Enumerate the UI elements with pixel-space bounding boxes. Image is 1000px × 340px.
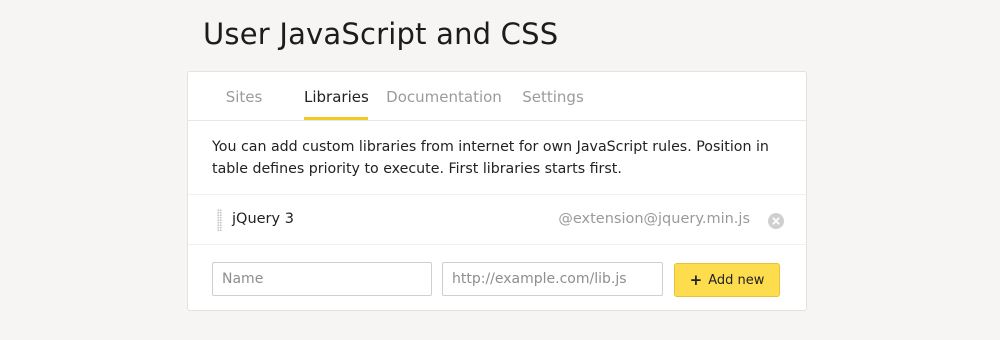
tab-documentation[interactable]: Documentation — [382, 72, 506, 120]
libraries-panel: Sites Libraries Documentation Settings Y… — [187, 71, 807, 311]
library-row: jQuery 3 @extension@jquery.min.js — [188, 194, 806, 245]
drag-handle-icon[interactable] — [217, 209, 222, 231]
libraries-description: You can add custom libraries from intern… — [212, 139, 769, 177]
tab-settings[interactable]: Settings — [522, 72, 584, 120]
add-new-button[interactable]: + Add new — [674, 263, 780, 297]
library-name-input[interactable] — [212, 262, 432, 296]
remove-library-button[interactable] — [768, 213, 784, 229]
add-new-label: Add new — [708, 272, 765, 288]
tab-sites[interactable]: Sites — [214, 72, 274, 120]
library-url-input[interactable] — [442, 262, 663, 296]
library-url: @extension@jquery.min.js — [558, 211, 750, 227]
tab-libraries[interactable]: Libraries — [304, 72, 369, 120]
library-name: jQuery 3 — [232, 211, 294, 227]
tab-bar: Sites Libraries Documentation Settings — [188, 72, 806, 121]
plus-icon: + — [689, 270, 703, 289]
close-icon — [772, 217, 780, 225]
page-title: User JavaScript and CSS — [203, 17, 559, 51]
